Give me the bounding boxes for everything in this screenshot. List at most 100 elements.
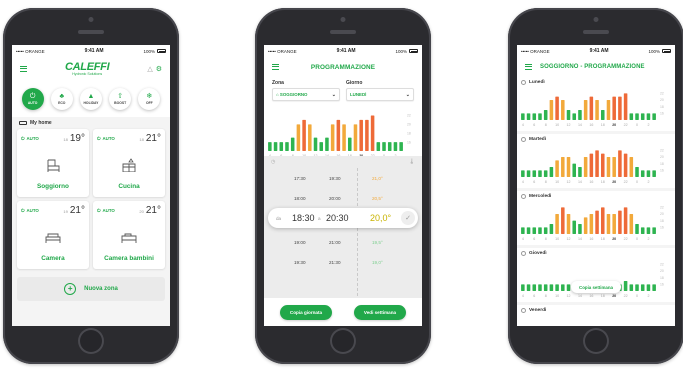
row-start-time: 19:30 bbox=[294, 259, 306, 265]
y-tick-label: 20 bbox=[660, 98, 664, 102]
status-bar: ••••• ORANGE 9:41 AM 100% bbox=[264, 45, 422, 57]
chart-bar bbox=[359, 119, 363, 151]
day-card[interactable]: Mercoledì 4 6 8 10 12 14 16 18 20 22 0 2 22 20 18 16 bbox=[517, 191, 675, 245]
page-title: PROGRAMMAZIONE bbox=[310, 63, 376, 71]
x-tick-label: 4 bbox=[522, 123, 524, 127]
active-end-time[interactable]: 20:30 bbox=[326, 213, 349, 223]
armchair-icon: ⌂ bbox=[276, 92, 279, 97]
active-start-time[interactable]: 18:30 bbox=[292, 213, 315, 223]
phone-frame-week: ••••• ORANGE 9:41 AM 100% SOGGIORNO - PR… bbox=[508, 8, 683, 364]
view-week-button[interactable]: Vedi settimana bbox=[353, 304, 407, 320]
clock-icon: ⏻ bbox=[97, 136, 101, 141]
chart-bar bbox=[290, 137, 295, 151]
home-icon bbox=[19, 121, 27, 125]
x-tick-label: 2 bbox=[647, 180, 649, 184]
zone-mode-label: AUTO bbox=[102, 208, 115, 213]
battery-icon bbox=[157, 49, 166, 54]
schedule-row[interactable]: 19:30 21:30 19,0° bbox=[264, 252, 422, 272]
zone-card-soggiorno[interactable]: ⏻ AUTO 18 19° Soggiorno bbox=[17, 129, 89, 197]
chart-bar bbox=[313, 137, 318, 151]
zone-mode: ⏻ AUTO bbox=[21, 136, 39, 141]
clock-icon bbox=[521, 194, 526, 199]
chart-bar bbox=[589, 96, 594, 120]
chart-bar bbox=[325, 137, 329, 151]
menu-icon[interactable] bbox=[525, 64, 532, 70]
zone-setpoint: 18 bbox=[63, 137, 68, 142]
zone-card-camera[interactable]: ⏻ AUTO 19 21° Camera bbox=[17, 201, 89, 269]
mode-eco-button[interactable]: ♣ ECO bbox=[50, 88, 73, 110]
speaker-grille bbox=[583, 30, 609, 34]
zone-name: Cucina bbox=[118, 183, 140, 190]
battery-indicator: 100% bbox=[143, 49, 166, 54]
mode-auto-button[interactable]: ⏻ AUTO bbox=[21, 88, 44, 110]
day-bar-chart: 4 6 8 10 12 14 16 18 20 22 0 222201816 bbox=[521, 263, 664, 298]
active-temperature[interactable]: 20,0° bbox=[370, 213, 391, 223]
x-tick-label: 4 bbox=[522, 180, 524, 184]
chart-bar bbox=[399, 142, 403, 151]
mode-holiday-button[interactable]: ▲ HOLIDAY bbox=[79, 88, 102, 110]
zone-card-camera-bambini[interactable]: ⏻ AUTO 20 21° Camera bambini bbox=[93, 201, 165, 269]
chart-bar bbox=[382, 142, 386, 151]
day-name: Martedì bbox=[529, 137, 547, 142]
chart-bar bbox=[629, 284, 634, 291]
gear-icon[interactable]: ⚙ bbox=[156, 65, 162, 73]
from-label: da bbox=[276, 215, 282, 221]
battery-label: 100% bbox=[648, 48, 660, 54]
chart-bar bbox=[526, 284, 531, 291]
zone-select[interactable]: ⌂ SOGGIORNO ⌄ bbox=[272, 88, 340, 101]
x-tick-label: 10 bbox=[555, 237, 559, 241]
chart-bar bbox=[595, 150, 599, 177]
battery-indicator: 100% bbox=[648, 49, 671, 54]
menu-icon[interactable] bbox=[20, 66, 27, 72]
clock-label: 9:41 AM bbox=[84, 48, 104, 54]
zone-setpoint: 19 bbox=[63, 209, 68, 214]
day-card[interactable]: Lunedì 4 6 8 10 12 14 16 18 20 22 0 2 22 20 18 16 bbox=[517, 77, 675, 131]
chart-bar bbox=[285, 142, 289, 151]
chart-bar bbox=[618, 150, 622, 177]
carrier-label: ••••• ORANGE bbox=[16, 48, 45, 54]
mode-off-button[interactable]: ❄ OFF bbox=[138, 88, 161, 110]
day-name: Mercoledì bbox=[529, 194, 552, 199]
thermometer-icon: 🌡 bbox=[408, 159, 415, 165]
alert-icon[interactable]: △ bbox=[147, 65, 152, 73]
chart-bar bbox=[578, 167, 582, 177]
zone-select-label: Zona bbox=[272, 80, 284, 86]
x-tick-label: 8 bbox=[545, 294, 547, 298]
chart-bar bbox=[606, 214, 611, 234]
selected-schedule-row[interactable]: da 18:30 a 20:30 20,0° ✓ bbox=[268, 208, 418, 228]
add-zone-button[interactable]: + Nuova zona bbox=[17, 277, 165, 301]
copy-week-button[interactable]: Copia settimana bbox=[571, 281, 621, 293]
check-icon[interactable]: ✓ bbox=[401, 211, 415, 225]
day-select-value: LUNEDÌ bbox=[350, 92, 367, 97]
temperature-bar-chart: 468101214161820220222201816 bbox=[268, 114, 411, 158]
zone-temperature: 19° bbox=[69, 133, 85, 144]
schedule-row[interactable]: 19:00 21:00 19,5° bbox=[264, 232, 422, 252]
zone-mode: ⏻ AUTO bbox=[97, 136, 115, 141]
chart-bar bbox=[629, 214, 634, 234]
chart-bar bbox=[543, 110, 548, 120]
chart-bar bbox=[623, 153, 628, 177]
day-card[interactable]: Giovedì 4 6 8 10 12 14 16 18 20 22 0 2 22 20 18 16 bbox=[517, 248, 675, 302]
mode-boost-button[interactable]: ⇧ BOOST bbox=[109, 88, 132, 110]
chart-bar bbox=[578, 224, 582, 234]
battery-icon bbox=[662, 49, 671, 54]
clock-icon bbox=[521, 80, 526, 85]
battery-label: 100% bbox=[395, 48, 407, 54]
day-card[interactable]: Martedì 4 6 8 10 12 14 16 18 20 22 0 2 22 20 18 16 bbox=[517, 134, 675, 188]
schedule-row[interactable]: 18:00 20:00 20,5° bbox=[264, 188, 422, 208]
zone-card-cucina[interactable]: ⏻ AUTO 18 21° Cucina bbox=[93, 129, 165, 197]
chart-bar bbox=[595, 100, 599, 120]
app-showcase: ••••• ORANGE 9:41 AM 100% CALEFFI Hydron… bbox=[0, 0, 683, 369]
menu-icon[interactable] bbox=[272, 64, 279, 70]
chart-bar bbox=[336, 119, 341, 151]
schedule-row[interactable]: 17:30 19:30 21,0° bbox=[264, 168, 422, 188]
copy-day-button[interactable]: Copia giornata bbox=[279, 304, 333, 320]
day-select[interactable]: LUNEDÌ ⌄ bbox=[346, 88, 414, 101]
y-tick-label: 22 bbox=[660, 92, 664, 96]
chart-bar bbox=[618, 96, 622, 120]
day-card[interactable]: Venerdì bbox=[517, 305, 675, 326]
row-temperature: 19,5° bbox=[372, 239, 383, 245]
chart-bar bbox=[623, 93, 628, 120]
chart-bar bbox=[572, 113, 576, 120]
armchair-icon bbox=[47, 159, 60, 172]
